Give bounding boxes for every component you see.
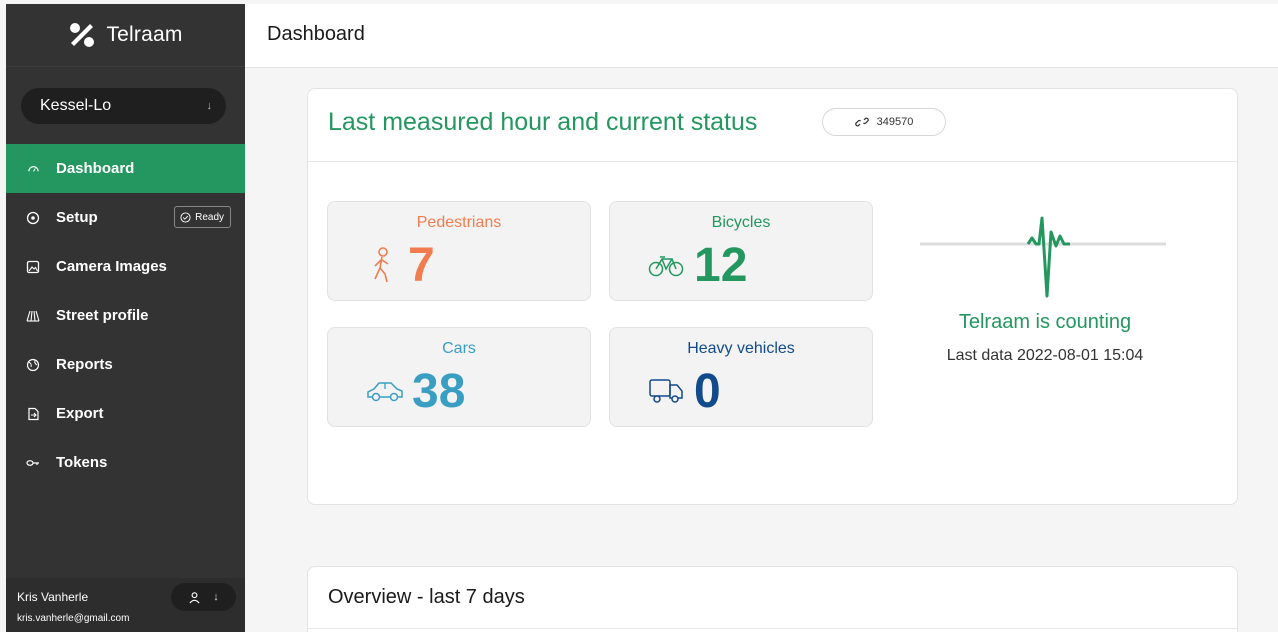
tile-cars: Cars 38 bbox=[327, 327, 591, 427]
sidebar: Telraam Kessel-Lo ↓ Dashboard Setup Read… bbox=[6, 4, 245, 632]
heavy-vehicles-count: 0 bbox=[694, 365, 721, 418]
segment-id-badge[interactable]: 349570 bbox=[822, 108, 946, 136]
segment-id: 349570 bbox=[876, 116, 914, 128]
person-icon bbox=[189, 591, 200, 603]
truck-icon bbox=[648, 376, 684, 411]
tile-pedestrians: Pedestrians 7 bbox=[327, 201, 591, 301]
tile-label: Bicycles bbox=[711, 214, 771, 231]
car-icon bbox=[366, 380, 404, 409]
ready-badge: Ready bbox=[174, 206, 231, 228]
check-circle-icon bbox=[180, 211, 191, 223]
sidebar-item-tokens[interactable]: Tokens bbox=[6, 438, 245, 487]
gauge-icon bbox=[26, 162, 40, 176]
sidebar-item-label: Export bbox=[56, 405, 104, 422]
tile-label: Pedestrians bbox=[416, 214, 502, 231]
user-menu-button[interactable]: ↓ bbox=[171, 583, 236, 611]
counting-status: Telraam is counting bbox=[958, 311, 1132, 333]
brand-name: Telraam bbox=[106, 23, 183, 46]
brand[interactable]: Telraam bbox=[6, 4, 245, 67]
arrow-down-icon: ↓ bbox=[206, 100, 213, 112]
sidebar-item-dashboard[interactable]: Dashboard bbox=[6, 144, 245, 193]
sidebar-item-label: Reports bbox=[56, 356, 113, 373]
user-email: kris.vanherle@gmail.com bbox=[17, 613, 130, 624]
telraam-logo-icon bbox=[68, 21, 96, 49]
key-icon bbox=[26, 456, 40, 470]
last-data-timestamp: Last data 2022-08-01 15:04 bbox=[946, 347, 1144, 364]
arrow-down-icon: ↓ bbox=[213, 591, 219, 603]
status-card-title: Last measured hour and current status bbox=[328, 108, 758, 136]
sidebar-item-street-profile[interactable]: Street profile bbox=[6, 291, 245, 340]
heartbeat-graphic bbox=[920, 216, 1166, 298]
sidebar-item-camera-images[interactable]: Camera Images bbox=[6, 242, 245, 291]
sidebar-nav: Dashboard Setup Ready Camera Images Stre… bbox=[6, 144, 245, 487]
pedestrian-icon bbox=[368, 246, 396, 291]
bicycles-count: 12 bbox=[694, 239, 748, 292]
ready-badge-label: Ready bbox=[195, 211, 224, 223]
sidebar-item-label: Tokens bbox=[56, 454, 108, 471]
sidebar-item-label: Dashboard bbox=[56, 160, 135, 177]
globe-icon bbox=[26, 358, 40, 372]
link-icon bbox=[854, 117, 869, 127]
pedestrians-count: 7 bbox=[408, 239, 435, 292]
top-bar: Dashboard bbox=[245, 4, 1278, 68]
status-card-header: Last measured hour and current status 34… bbox=[308, 89, 1237, 162]
location-label: Kessel-Lo bbox=[40, 97, 112, 114]
tile-bicycles: Bicycles 12 bbox=[609, 201, 873, 301]
export-icon bbox=[26, 407, 40, 421]
tile-heavy-vehicles: Heavy vehicles 0 bbox=[609, 327, 873, 427]
bicycle-icon bbox=[648, 254, 684, 283]
overview-card-title: Overview - last 7 days bbox=[328, 586, 525, 608]
page-title: Dashboard bbox=[267, 23, 365, 45]
overview-card: Overview - last 7 days bbox=[307, 566, 1238, 632]
tile-label: Cars bbox=[442, 340, 476, 357]
target-icon bbox=[26, 211, 40, 225]
location-selector[interactable]: Kessel-Lo ↓ bbox=[21, 88, 226, 124]
image-icon bbox=[26, 260, 40, 274]
cars-count: 38 bbox=[412, 365, 466, 418]
sidebar-item-label: Camera Images bbox=[56, 258, 167, 275]
sidebar-item-label: Street profile bbox=[56, 307, 149, 324]
user-panel: Kris Vanherle kris.vanherle@gmail.com ↓ bbox=[6, 578, 245, 632]
sidebar-item-reports[interactable]: Reports bbox=[6, 340, 245, 389]
street-icon bbox=[26, 309, 40, 323]
divider bbox=[308, 628, 1237, 629]
sidebar-item-export[interactable]: Export bbox=[6, 389, 245, 438]
user-name: Kris Vanherle bbox=[17, 590, 89, 604]
sidebar-item-setup[interactable]: Setup Ready bbox=[6, 193, 245, 242]
tile-label: Heavy vehicles bbox=[687, 340, 795, 357]
sidebar-item-label: Setup bbox=[56, 209, 98, 226]
